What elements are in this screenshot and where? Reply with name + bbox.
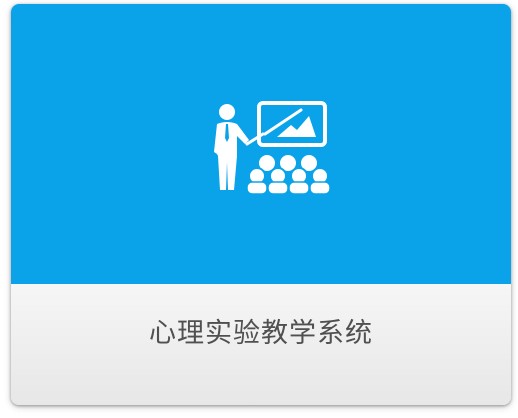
presentation-teacher-icon <box>214 101 331 194</box>
system-card-psychology-experiment-teaching[interactable]: 心理实验教学系统 <box>11 4 511 405</box>
card-title: 心理实验教学系统 <box>149 318 373 349</box>
card-footer: 心理实验教学系统 <box>11 284 511 405</box>
card-icon-area <box>11 4 511 284</box>
